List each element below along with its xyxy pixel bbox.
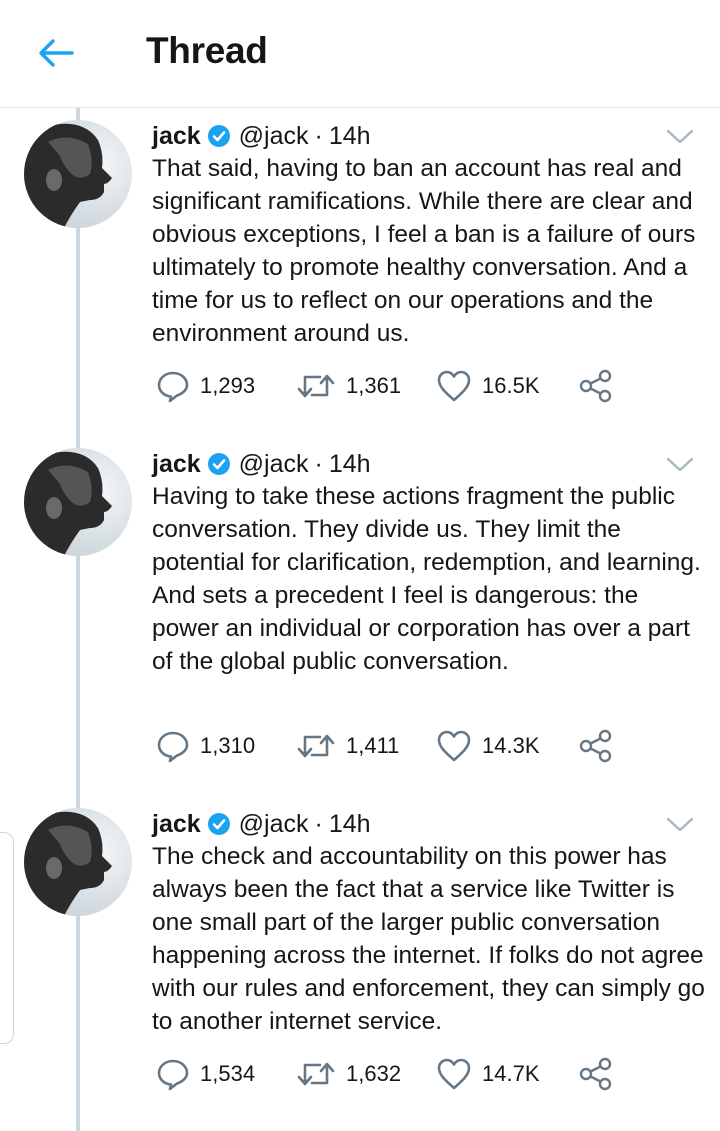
reply-icon [157, 731, 189, 763]
separator-dot: · [314, 121, 323, 150]
reply-count: 1,310 [200, 733, 256, 758]
author-handle[interactable]: @jack [239, 450, 309, 479]
like-count: 14.7K [482, 1061, 540, 1086]
tweet-time: 14h [328, 449, 371, 478]
share-icon [579, 1057, 612, 1091]
author-handle[interactable]: @jack [239, 810, 309, 839]
like-button[interactable]: 14.3K [436, 726, 540, 766]
retweet-button[interactable]: 1,411 [296, 726, 399, 766]
tweet-text: That said, having to ban an account has … [152, 155, 696, 347]
avatar[interactable] [24, 120, 132, 228]
reply-button[interactable]: 1,310 [156, 726, 255, 766]
retweet-count: 1,411 [346, 733, 400, 758]
author-name[interactable]: jack [152, 810, 201, 839]
separator-dot: · [314, 449, 323, 478]
retweet-button[interactable]: 1,361 [296, 366, 401, 406]
chevron-down-icon[interactable] [664, 814, 696, 836]
tweet-actions: 1,293 1,361 16.5K [0, 366, 720, 406]
verified-badge-icon [207, 125, 230, 147]
heart-icon [437, 1058, 471, 1090]
heart-icon [437, 730, 471, 762]
tweet-text: The check and accountability on this pow… [152, 843, 705, 1035]
retweet-icon [297, 374, 335, 398]
reply-button[interactable]: 1,534 [156, 1054, 255, 1094]
share-button[interactable] [578, 1054, 614, 1094]
retweet-count: 1,361 [346, 373, 402, 398]
avatar[interactable] [24, 808, 132, 916]
like-button[interactable]: 16.5K [436, 366, 540, 406]
author-name[interactable]: jack [152, 450, 201, 479]
tweet-text: Having to take these actions fragment th… [152, 483, 701, 675]
tweet-header: jack @jack · 14h [152, 806, 371, 842]
share-icon [579, 729, 612, 763]
reply-button[interactable]: 1,293 [156, 366, 255, 406]
retweet-icon [297, 1062, 335, 1086]
thread-connector-line [76, 108, 80, 1131]
reply-icon [157, 371, 189, 403]
tweet-actions: 1,534 1,632 14.7K [0, 1054, 720, 1094]
back-button[interactable] [28, 30, 84, 76]
tweet-actions: 1,310 1,411 14.3K [0, 726, 720, 766]
retweet-button[interactable]: 1,632 [296, 1054, 401, 1094]
like-count: 16.5K [482, 373, 540, 398]
tweet-header: jack @jack · 14h [152, 118, 371, 154]
author-handle[interactable]: @jack [239, 122, 309, 151]
tweet-header: jack @jack · 14h [152, 446, 371, 482]
retweet-count: 1,632 [346, 1061, 402, 1086]
author-name[interactable]: jack [152, 122, 201, 151]
side-panel-tab[interactable] [0, 832, 14, 1044]
avatar[interactable] [24, 448, 132, 556]
heart-icon [437, 370, 471, 402]
arrow-left-icon [39, 39, 74, 67]
tweet-time: 14h [328, 121, 371, 150]
reply-count: 1,534 [200, 1061, 256, 1086]
like-count: 14.3K [482, 733, 540, 758]
chevron-down-icon[interactable] [664, 454, 696, 476]
tweet-time: 14h [328, 809, 371, 838]
chevron-down-icon[interactable] [664, 126, 696, 148]
share-button[interactable] [578, 726, 614, 766]
verified-badge-icon [207, 453, 230, 475]
app-header: Thread [0, 0, 720, 108]
retweet-icon [297, 734, 335, 758]
reply-icon [157, 1059, 189, 1091]
share-icon [579, 369, 612, 403]
verified-badge-icon [207, 813, 230, 835]
share-button[interactable] [578, 366, 614, 406]
reply-count: 1,293 [200, 373, 256, 398]
like-button[interactable]: 14.7K [436, 1054, 540, 1094]
page-title: Thread [146, 30, 268, 71]
separator-dot: · [314, 809, 323, 838]
